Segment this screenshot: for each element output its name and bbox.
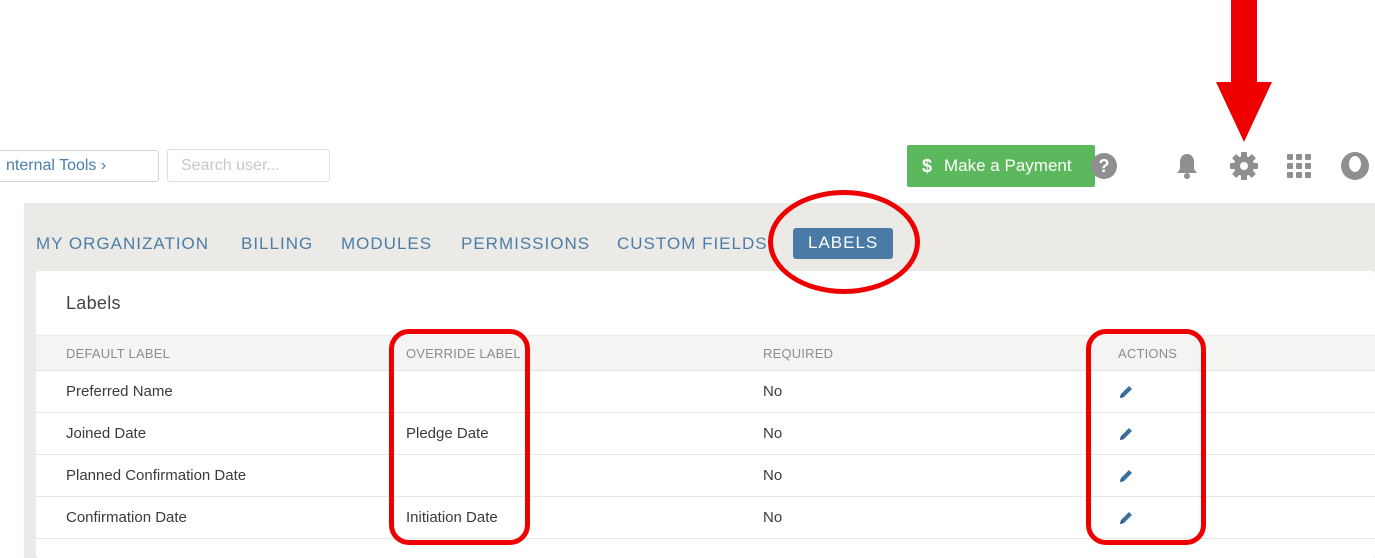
annotation-box-override-label [389, 329, 530, 545]
svg-text:?: ? [1099, 156, 1110, 176]
column-header-required: REQUIRED [763, 346, 834, 361]
cell-required: No [763, 383, 783, 400]
column-header-default-label: DEFAULT LABEL [66, 346, 170, 361]
help-icon[interactable]: ? [1089, 151, 1119, 181]
dollar-icon: $ [922, 155, 933, 176]
user-avatar-icon[interactable] [1340, 151, 1370, 181]
gear-icon[interactable] [1229, 151, 1259, 181]
make-payment-label: Make a Payment [944, 156, 1072, 175]
search-user-input[interactable] [167, 149, 330, 182]
tab-custom-fields[interactable]: CUSTOM FIELDS [617, 234, 768, 254]
apps-grid-icon[interactable] [1284, 151, 1314, 181]
tab-permissions[interactable]: PERMISSIONS [461, 234, 590, 254]
cell-default-label: Confirmation Date [66, 509, 187, 526]
cell-default-label: Preferred Name [66, 383, 173, 400]
cell-required: No [763, 467, 783, 484]
tab-billing[interactable]: BILLING [241, 234, 313, 254]
cell-required: No [763, 425, 783, 442]
top-bar: nternal Tools › $ Make a Payment ? [0, 145, 1375, 187]
card-title: Labels [66, 293, 121, 313]
tab-modules[interactable]: MODULES [341, 234, 432, 254]
annotation-arrow-shaft [1231, 0, 1257, 84]
make-payment-button[interactable]: $ Make a Payment [907, 145, 1095, 187]
tab-my-organization[interactable]: MY ORGANIZATION [36, 234, 209, 254]
bell-icon[interactable] [1172, 151, 1202, 181]
breadcrumb-internal-tools[interactable]: nternal Tools › [0, 150, 159, 182]
cell-required: No [763, 509, 783, 526]
annotation-box-actions [1086, 329, 1206, 545]
annotation-arrow-head [1216, 82, 1272, 142]
annotation-circle-labels-tab [768, 190, 920, 294]
cell-default-label: Joined Date [66, 425, 147, 442]
cell-default-label: Planned Confirmation Date [66, 467, 247, 484]
